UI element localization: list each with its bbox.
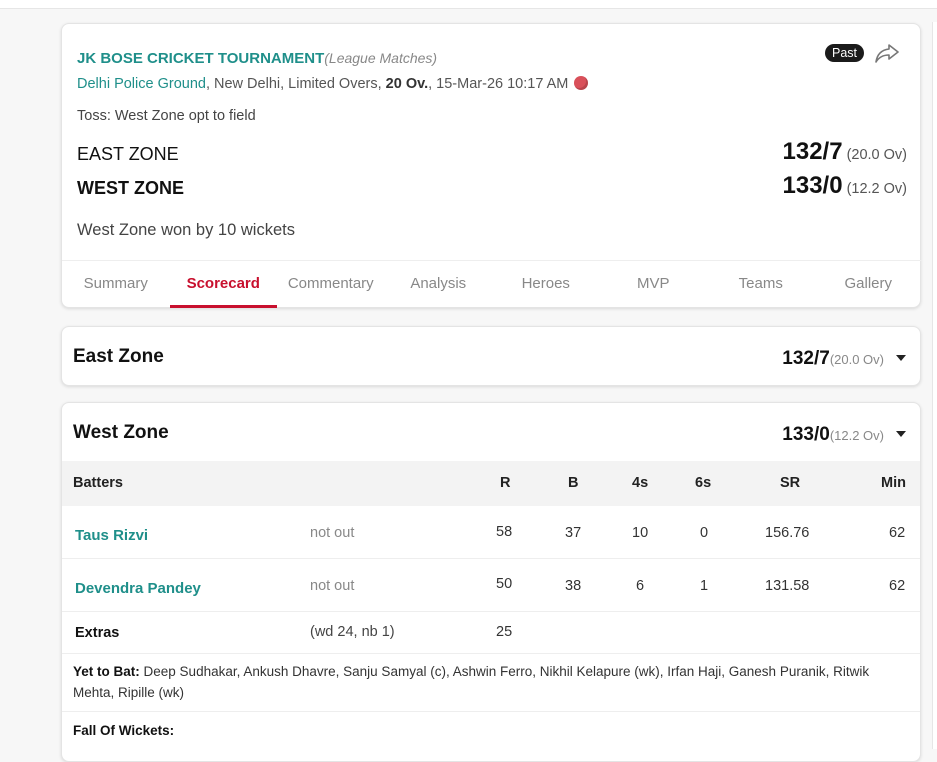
- batter-balls: 37: [565, 525, 582, 541]
- team-score-row: WEST ZONE 133/0 (12.2 Ov): [77, 172, 907, 202]
- team-score-row: EAST ZONE 132/7 (20.0 Ov): [77, 138, 907, 168]
- batter-runs: 58: [496, 524, 513, 540]
- tab-gallery[interactable]: Gallery: [815, 261, 923, 308]
- innings-runs: 133/0: [782, 424, 830, 445]
- header-sixes: 6s: [695, 475, 712, 491]
- tournament-title[interactable]: JK BOSE CRICKET TOURNAMENT(League Matche…: [77, 50, 437, 67]
- batter-row: Devendra Pandey not out 50 38 6 1 131.58…: [62, 559, 920, 612]
- runs-wickets: 132/7: [782, 138, 843, 165]
- batter-sixes: 1: [700, 578, 709, 594]
- tab-summary[interactable]: Summary: [62, 261, 170, 308]
- header-batters: Batters: [73, 475, 123, 491]
- yet-to-bat-players: Deep Sudhakar, Ankush Dhavre, Sanju Samy…: [73, 664, 870, 700]
- innings-card-west-zone: West Zone 133/0(12.2 Ov) Batters R B 4s …: [61, 402, 921, 762]
- header-balls: B: [568, 475, 579, 491]
- team-name: EAST ZONE: [77, 144, 179, 164]
- overs-played: (12.2 Ov): [846, 181, 907, 197]
- team-score: 133/0 (12.2 Ov): [783, 172, 908, 200]
- right-scroll-edge: [932, 22, 937, 749]
- match-result: West Zone won by 10 wickets: [77, 221, 295, 239]
- innings-runs: 132/7: [782, 348, 830, 369]
- header-fours: 4s: [632, 475, 649, 491]
- tab-analysis[interactable]: Analysis: [385, 261, 493, 308]
- chevron-down-icon[interactable]: [896, 431, 906, 437]
- extras-detail: (wd 24, nb 1): [310, 624, 395, 640]
- batter-minutes: 62: [889, 525, 906, 541]
- team-name: WEST ZONE: [77, 178, 184, 198]
- match-datetime: , 15-Mar-26 10:17 AM: [428, 76, 569, 92]
- batter-strike-rate: 156.76: [765, 525, 810, 541]
- runs-wickets: 133/0: [782, 172, 843, 199]
- overs-played: (20.0 Ov): [846, 147, 907, 163]
- batter-fours: 6: [636, 578, 645, 594]
- fall-of-wickets-label: Fall Of Wickets:: [73, 723, 175, 738]
- tab-heroes[interactable]: Heroes: [492, 261, 600, 308]
- batter-balls: 38: [565, 578, 582, 594]
- status-badge: Past: [825, 44, 865, 62]
- batter-fours: 10: [632, 525, 649, 541]
- tab-commentary[interactable]: Commentary: [277, 261, 385, 308]
- top-bar: [0, 0, 937, 9]
- innings-overs: (20.0 Ov): [829, 352, 884, 367]
- batter-sixes: 0: [700, 525, 709, 541]
- extras-label: Extras: [75, 625, 120, 641]
- match-venue-info: Delhi Police Ground, New Delhi, Limited …: [77, 76, 589, 92]
- divider: [62, 711, 920, 712]
- match-overs: 20 Ov.: [385, 76, 429, 92]
- tournament-name[interactable]: JK BOSE CRICKET TOURNAMENT: [77, 50, 324, 67]
- dismissal-status: not out: [310, 525, 355, 541]
- batter-row: Taus Rizvi not out 58 37 10 0 156.76 62: [62, 506, 920, 559]
- extras-total: 25: [496, 624, 513, 640]
- tab-teams[interactable]: Teams: [707, 261, 815, 308]
- innings-overs: (12.2 Ov): [829, 428, 884, 443]
- match-tabs: Summary Scorecard Commentary Analysis He…: [62, 260, 922, 308]
- venue-city: , New Delhi, Limited Overs,: [205, 76, 386, 92]
- tournament-stage: (League Matches): [324, 50, 438, 66]
- batter-name[interactable]: Devendra Pandey: [75, 580, 201, 597]
- chevron-down-icon[interactable]: [896, 355, 906, 361]
- innings-team-name: West Zone: [73, 422, 169, 443]
- share-icon[interactable]: [874, 42, 900, 64]
- tab-scorecard[interactable]: Scorecard: [169, 261, 278, 308]
- header-strike-rate: SR: [780, 475, 801, 491]
- batter-name[interactable]: Taus Rizvi: [75, 527, 148, 544]
- toss-info: Toss: West Zone opt to field: [77, 108, 256, 124]
- team-score: 132/7 (20.0 Ov): [783, 138, 908, 166]
- dismissal-status: not out: [310, 578, 355, 594]
- batter-minutes: 62: [889, 578, 906, 594]
- match-summary-card: JK BOSE CRICKET TOURNAMENT(League Matche…: [61, 23, 922, 308]
- header-runs: R: [500, 475, 511, 491]
- yet-to-bat-label: Yet to Bat:: [73, 664, 140, 679]
- header-minutes: Min: [881, 475, 906, 491]
- innings-score: 132/7(20.0 Ov): [782, 348, 884, 370]
- innings-card-east-zone[interactable]: East Zone 132/7(20.0 Ov): [61, 326, 921, 386]
- batter-strike-rate: 131.58: [765, 578, 810, 594]
- batting-table-header: Batters R B 4s 6s SR Min: [62, 461, 920, 506]
- cricket-ball-icon: [574, 76, 589, 90]
- tab-mvp[interactable]: MVP: [600, 261, 708, 308]
- innings-team-name: East Zone: [73, 346, 164, 367]
- yet-to-bat: Yet to Bat: Deep Sudhakar, Ankush Dhavre…: [73, 661, 913, 703]
- ground-link[interactable]: Delhi Police Ground: [77, 76, 206, 92]
- innings-score: 133/0(12.2 Ov): [782, 424, 884, 446]
- extras-row: Extras (wd 24, nb 1) 25: [62, 612, 920, 654]
- batter-runs: 50: [496, 576, 513, 592]
